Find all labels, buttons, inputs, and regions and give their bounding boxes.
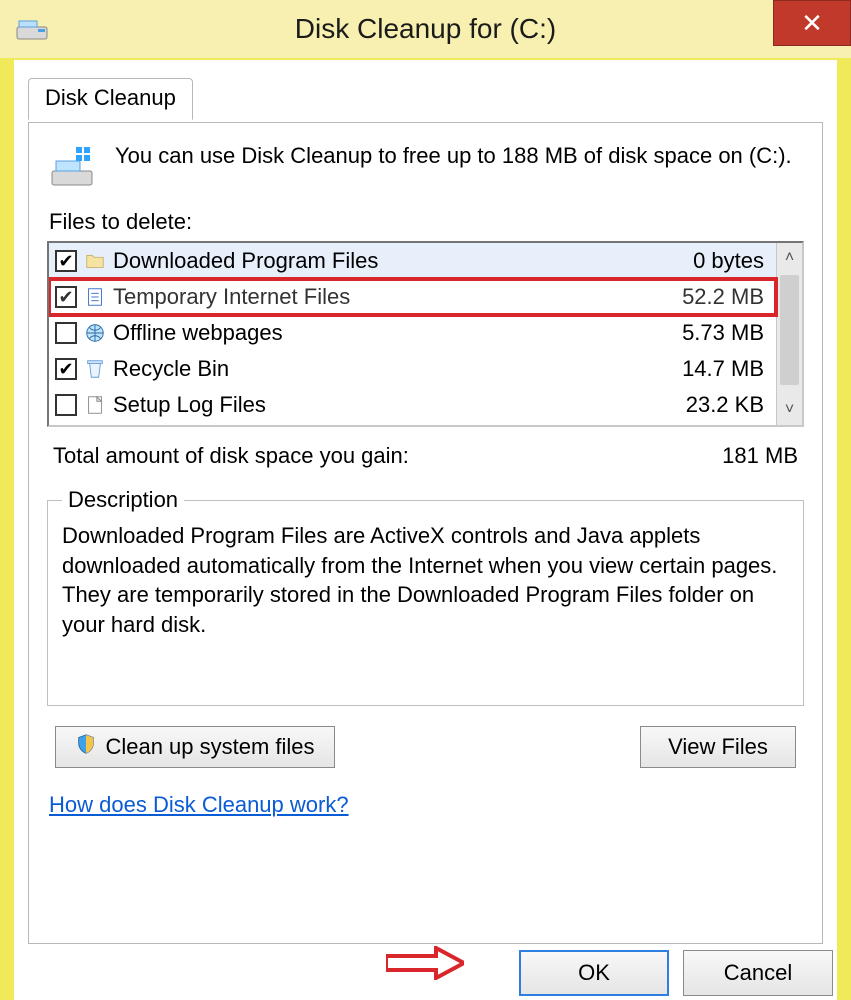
intro-row: You can use Disk Cleanup to free up to 1…	[47, 141, 804, 191]
file-size: 52.2 MB	[682, 284, 770, 310]
tab-strip: Disk Cleanup	[14, 78, 837, 124]
shield-icon	[75, 733, 97, 761]
file-size: 14.7 MB	[682, 356, 770, 382]
ok-label: OK	[578, 960, 610, 986]
total-value: 181 MB	[722, 443, 798, 469]
file-checkbox[interactable]: ✔	[55, 250, 77, 272]
globe-icon	[83, 321, 107, 345]
intro-text: You can use Disk Cleanup to free up to 1…	[115, 141, 792, 191]
close-button[interactable]: ✕	[773, 0, 851, 46]
description-text: Downloaded Program Files are ActiveX con…	[62, 521, 789, 691]
scroll-thumb[interactable]	[780, 275, 799, 385]
view-files-label: View Files	[668, 734, 768, 760]
dialog-window: Disk Cleanup for (C:) ✕ Disk Cleanup	[0, 0, 851, 1000]
total-label: Total amount of disk space you gain:	[53, 443, 409, 469]
page-icon	[83, 285, 107, 309]
client-area: Disk Cleanup Y	[14, 60, 837, 1000]
files-listbox[interactable]: ✔ Downloaded Program Files0 bytes ✔ Tempora…	[47, 241, 804, 427]
file-name: Recycle Bin	[113, 356, 676, 382]
file-row[interactable]: Offline webpages5.73 MB	[49, 315, 776, 351]
file-name: Offline webpages	[113, 320, 676, 346]
file-size: 5.73 MB	[682, 320, 770, 346]
close-icon: ✕	[801, 8, 823, 39]
cancel-button[interactable]: Cancel	[683, 950, 833, 996]
cancel-label: Cancel	[724, 960, 792, 986]
scroll-up-icon[interactable]: ˄	[777, 243, 802, 273]
titlebar: Disk Cleanup for (C:) ✕	[0, 0, 851, 58]
file-icon	[83, 393, 107, 417]
file-row[interactable]: Setup Log Files23.2 KB	[49, 387, 776, 423]
file-checkbox[interactable]	[55, 322, 77, 344]
file-row[interactable]: ✔ Recycle Bin14.7 MB	[49, 351, 776, 387]
file-checkbox[interactable]	[55, 394, 77, 416]
tab-disk-cleanup[interactable]: Disk Cleanup	[28, 78, 193, 120]
description-group: Description Downloaded Program Files are…	[47, 487, 804, 706]
files-to-delete-label: Files to delete:	[49, 209, 802, 235]
total-row: Total amount of disk space you gain: 181…	[53, 443, 798, 469]
file-name: Temporary Internet Files	[113, 284, 676, 310]
tab-label: Disk Cleanup	[45, 85, 176, 110]
help-link-label: How does Disk Cleanup work?	[49, 792, 349, 817]
scrollbar[interactable]: ˄ ˅	[776, 243, 802, 425]
cleanup-system-files-button[interactable]: Clean up system files	[55, 726, 335, 768]
bin-icon	[83, 357, 107, 381]
file-name: Downloaded Program Files	[113, 248, 687, 274]
scroll-down-icon[interactable]: ˅	[777, 395, 802, 425]
window-title: Disk Cleanup for (C:)	[0, 13, 851, 45]
file-checkbox[interactable]: ✔	[55, 286, 77, 308]
tab-panel: You can use Disk Cleanup to free up to 1…	[28, 122, 823, 944]
dialog-button-row: OK Cancel	[519, 950, 833, 996]
file-row[interactable]: ✔ Temporary Internet Files52.2 MB	[49, 279, 776, 315]
file-row[interactable]: ✔ Downloaded Program Files0 bytes	[49, 243, 776, 279]
annotation-arrow-icon	[386, 946, 464, 986]
file-size: 23.2 KB	[686, 392, 770, 418]
folder-icon	[83, 249, 107, 273]
help-link[interactable]: How does Disk Cleanup work?	[49, 792, 349, 818]
action-button-row: Clean up system files View Files	[47, 726, 804, 768]
file-checkbox[interactable]: ✔	[55, 358, 77, 380]
app-icon	[14, 15, 50, 43]
file-size: 0 bytes	[693, 248, 770, 274]
description-legend: Description	[62, 487, 184, 513]
file-name: Setup Log Files	[113, 392, 680, 418]
cleanup-system-files-label: Clean up system files	[105, 734, 314, 760]
ok-button[interactable]: OK	[519, 950, 669, 996]
view-files-button[interactable]: View Files	[640, 726, 796, 768]
disk-cleanup-icon	[47, 143, 97, 191]
